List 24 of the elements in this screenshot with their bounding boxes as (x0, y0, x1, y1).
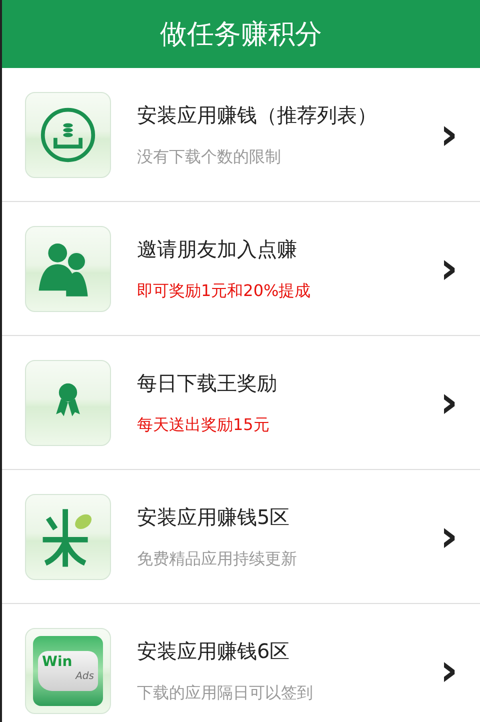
logo-text: Win (42, 652, 74, 670)
task-item[interactable]: 每日下载王奖励 每天送出奖励15元 › (2, 336, 480, 470)
task-title: 邀请朋友加入点赚 (137, 236, 298, 262)
chevron-icon: › (440, 112, 458, 156)
chevron-icon: › (440, 380, 458, 424)
task-description: 每天送出奖励15元 (137, 414, 270, 436)
task-description: 没有下载个数的限制 (137, 146, 282, 168)
task-item[interactable]: 邀请朋友加入点赚 即可奖励1元和20%提成 › (2, 202, 480, 336)
chevron-icon: › (440, 246, 458, 290)
task-title: 安装应用赚钱6区 (137, 638, 291, 664)
task-description: 免费精品应用持续更新 (137, 548, 298, 570)
chevron-icon: › (440, 514, 458, 558)
task-title: 安装应用赚钱5区 (137, 504, 291, 530)
page-title: 做任务赚积分 (160, 18, 322, 52)
logo-text: Ads (76, 670, 94, 682)
chevron-icon: › (440, 648, 458, 692)
task-title: 每日下载王奖励 (137, 370, 278, 396)
task-item[interactable]: Win Ads 安装应用赚钱6区 下载的应用隔日可以签到 › (2, 604, 480, 722)
task-title: 安装应用赚钱（推荐列表） (137, 102, 378, 128)
task-description: 即可奖励1元和20%提成 (137, 280, 312, 302)
download-icon (39, 106, 97, 164)
task-item[interactable]: 安装应用赚钱5区 免费精品应用持续更新 › (2, 470, 480, 604)
task-item[interactable]: 安装应用赚钱（推荐列表） 没有下载个数的限制 › (2, 68, 480, 202)
task-description: 下载的应用隔日可以签到 (137, 682, 314, 704)
